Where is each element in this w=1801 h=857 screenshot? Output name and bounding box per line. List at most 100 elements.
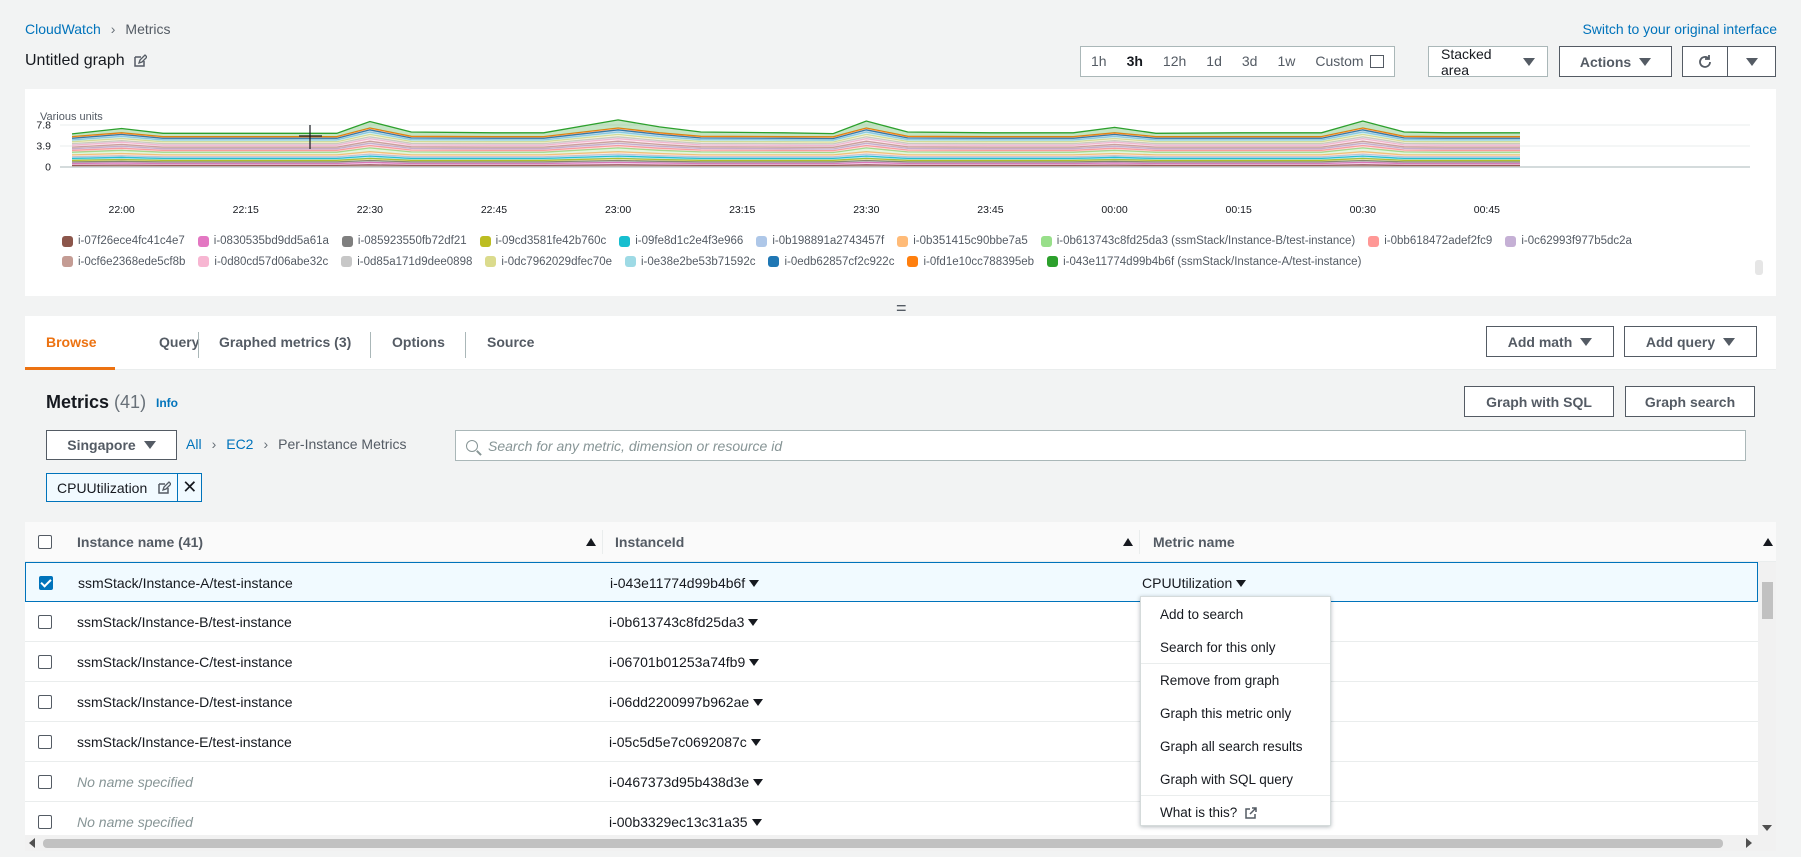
sort-asc-icon[interactable] [1123, 538, 1133, 546]
add-math-button[interactable]: Add math [1486, 326, 1614, 357]
legend-item[interactable]: i-0e38e2be53b71592c [625, 253, 755, 271]
column-header-instance-id[interactable]: InstanceId [615, 522, 684, 562]
menu-item-search-for-this-only[interactable]: Search for this only [1141, 631, 1330, 664]
legend-label: i-0edb62857cf2c922c [784, 255, 895, 268]
column-header-instance-name[interactable]: Instance name (41) [77, 522, 203, 562]
edit-icon[interactable] [157, 480, 172, 495]
horizontal-scroll-thumb[interactable] [43, 839, 1723, 848]
chart-type-dropdown[interactable]: Stacked area [1428, 46, 1548, 78]
add-query-button[interactable]: Add query [1624, 326, 1757, 357]
caret-down-icon[interactable] [751, 818, 762, 826]
time-range-12h[interactable]: 12h [1153, 47, 1196, 76]
path-all-link[interactable]: All [186, 436, 202, 452]
caret-down-icon[interactable] [1236, 579, 1247, 587]
menu-item-remove-from-graph[interactable]: Remove from graph [1141, 664, 1330, 697]
caret-down-icon [1639, 57, 1652, 66]
select-all-checkbox[interactable] [38, 535, 52, 549]
table-row[interactable]: ssmStack/Instance-C/test-instance i-0670… [25, 642, 1758, 682]
legend-item[interactable]: i-0cf6e2368ede5cf8b [62, 253, 185, 271]
row-checkbox[interactable] [38, 775, 52, 789]
caret-down-icon[interactable] [748, 618, 759, 626]
info-link[interactable]: Info [156, 396, 178, 410]
menu-item-what-is-this[interactable]: What is this? [1141, 796, 1330, 829]
refresh-options-dropdown[interactable] [1727, 46, 1776, 77]
legend-item[interactable]: i-043e11774d99b4b6f (ssmStack/Instance-A… [1047, 253, 1361, 271]
row-checkbox[interactable] [38, 615, 52, 629]
tab-browse[interactable]: Browse [25, 316, 115, 370]
tab-graphed-metrics[interactable]: Graphed metrics (3) [198, 316, 372, 370]
legend-item[interactable]: i-0b613743c8fd25da3 (ssmStack/Instance-B… [1040, 232, 1355, 250]
legend-item[interactable]: i-09fe8d1c2e4f3e966 [619, 232, 743, 250]
table-row[interactable]: ssmStack/Instance-B/test-instance i-0b61… [25, 602, 1758, 642]
vertical-scrollbar[interactable] [1758, 562, 1776, 835]
legend-label: i-0dc7962029dfec70e [501, 255, 612, 268]
caret-down-icon[interactable] [753, 778, 764, 786]
legend-item[interactable]: i-0edb62857cf2c922c [768, 253, 894, 271]
row-checkbox[interactable] [38, 735, 52, 749]
legend-item[interactable]: i-0d80cd57d06abe32c [198, 253, 328, 271]
menu-item-graph-this-metric-only[interactable]: Graph this metric only [1141, 697, 1330, 730]
legend-item[interactable]: i-0fd1e10cc788395eb [907, 253, 1034, 271]
vertical-scroll-thumb[interactable] [1762, 582, 1773, 619]
region-dropdown[interactable]: Singapore [46, 430, 177, 460]
menu-item-graph-with-sql-query[interactable]: Graph with SQL query [1141, 763, 1330, 796]
menu-item-graph-all-search-results[interactable]: Graph all search results [1141, 730, 1330, 763]
graph-with-sql-button[interactable]: Graph with SQL [1464, 386, 1614, 417]
time-range-3d[interactable]: 3d [1232, 47, 1268, 76]
table-row[interactable]: No name specified i-0467373d95b438d3e [25, 762, 1758, 802]
caret-down-icon[interactable] [749, 579, 760, 587]
legend-scroll-thumb[interactable] [1755, 260, 1763, 275]
time-range-1d[interactable]: 1d [1196, 47, 1232, 76]
legend-item[interactable]: i-085923550fb72df21 [341, 232, 467, 250]
legend-item[interactable]: i-0b351415c90bbe7a5 [897, 232, 1028, 250]
instance-id: i-06dd2200997b962ae [609, 694, 750, 710]
time-range-3h[interactable]: 3h [1117, 47, 1153, 76]
row-checkbox[interactable] [38, 655, 52, 669]
instance-name-cell: ssmStack/Instance-A/test-instance [78, 575, 293, 591]
table-row[interactable]: ssmStack/Instance-D/test-instance i-06dd… [25, 682, 1758, 722]
caret-down-icon[interactable] [749, 658, 760, 666]
horizontal-scrollbar[interactable] [25, 835, 1776, 851]
row-checkbox[interactable] [38, 695, 52, 709]
metric-search-input[interactable]: Search for any metric, dimension or reso… [455, 430, 1746, 461]
legend-item[interactable]: i-0bb618472adef2fc9 [1368, 232, 1492, 250]
tab-options[interactable]: Options [371, 316, 466, 370]
time-range-1h[interactable]: 1h [1081, 47, 1117, 76]
caret-down-icon[interactable] [750, 738, 761, 746]
scroll-left-icon[interactable] [29, 838, 35, 848]
filter-token: CPUUtilization ✕ [46, 473, 203, 502]
legend-item[interactable]: i-0b198891a2743457f [756, 232, 884, 250]
legend-item[interactable]: i-09cd3581fe42b760c [479, 232, 606, 250]
x-tick-label: 22:45 [481, 204, 507, 216]
actions-button[interactable]: Actions [1559, 46, 1672, 77]
switch-interface-link[interactable]: Switch to your original interface [1582, 21, 1777, 37]
close-icon[interactable]: ✕ [177, 474, 201, 501]
row-checkbox[interactable] [38, 815, 52, 829]
sort-asc-icon[interactable] [1763, 538, 1773, 546]
menu-item-add-to-search[interactable]: Add to search [1141, 598, 1330, 631]
scroll-down-icon[interactable] [1762, 825, 1772, 831]
tab-source[interactable]: Source [466, 316, 555, 370]
stacked-area-chart[interactable]: 7.8 3.9 0 22:00 22:15 22:30 22:45 23:00 23:15 23:… [25, 89, 1776, 229]
legend-item[interactable]: i-07f26ece4fc41c4e7 [62, 232, 185, 250]
column-header-metric-name[interactable]: Metric name [1153, 522, 1235, 562]
time-range-1w[interactable]: 1w [1267, 47, 1305, 76]
row-checkbox[interactable] [39, 576, 53, 590]
table-row[interactable]: No name specified i-00b3329ec13c31a35 [25, 802, 1758, 835]
legend-item[interactable]: i-0830535bd9dd5a61a [197, 232, 329, 250]
table-row[interactable]: ssmStack/Instance-A/test-instance i-043e… [25, 562, 1758, 602]
legend-label: i-0e38e2be53b71592c [641, 255, 756, 268]
refresh-button[interactable] [1682, 46, 1727, 77]
scroll-right-icon[interactable] [1746, 838, 1752, 848]
sort-asc-icon[interactable] [586, 538, 596, 546]
edit-icon[interactable] [133, 54, 147, 68]
path-ec2-link[interactable]: EC2 [226, 436, 253, 452]
legend-item[interactable]: i-0d85a171d9dee0898 [341, 253, 472, 271]
breadcrumb-cloudwatch-link[interactable]: CloudWatch [25, 21, 101, 37]
caret-down-icon[interactable] [753, 698, 764, 706]
legend-item[interactable]: i-0c62993f977b5dc2a [1505, 232, 1632, 250]
time-range-custom[interactable]: Custom [1305, 47, 1393, 76]
table-row[interactable]: ssmStack/Instance-E/test-instance i-05c5… [25, 722, 1758, 762]
graph-search-button[interactable]: Graph search [1625, 386, 1755, 417]
legend-item[interactable]: i-0dc7962029dfec70e [485, 253, 612, 271]
